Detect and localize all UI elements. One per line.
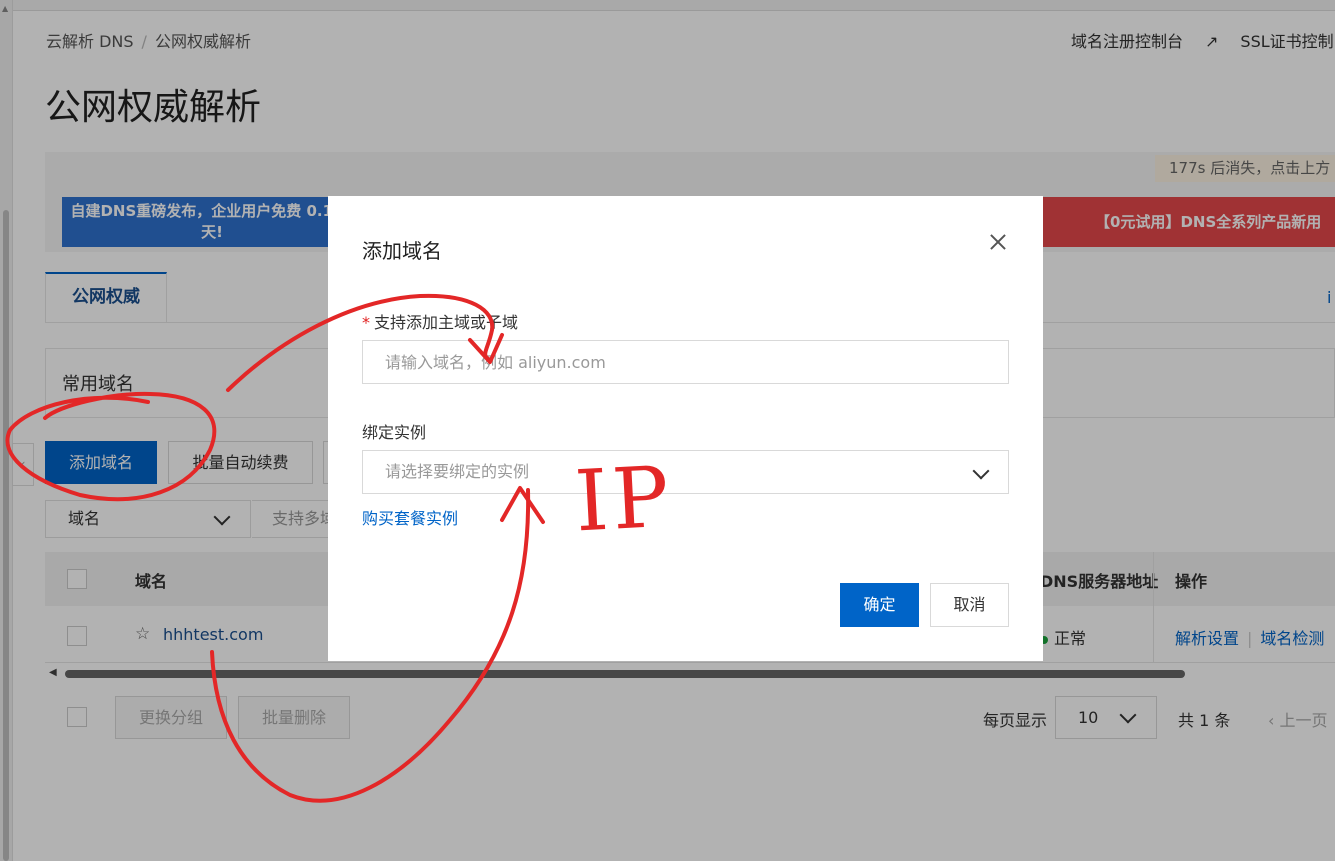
cancel-button[interactable]: 取消 xyxy=(930,583,1009,627)
dialog-title: 添加域名 xyxy=(362,239,442,263)
required-mark: * xyxy=(362,313,370,332)
instance-field-label: 绑定实例 xyxy=(362,423,427,442)
domain-input[interactable] xyxy=(362,340,1009,384)
confirm-button[interactable]: 确定 xyxy=(840,583,919,627)
close-icon[interactable] xyxy=(988,232,1008,252)
instance-select[interactable]: 请选择要绑定的实例 xyxy=(362,450,1009,494)
chevron-down-icon xyxy=(972,462,990,480)
domain-field-label: * 支持添加主域或子域 xyxy=(362,313,519,332)
instance-select-placeholder: 请选择要绑定的实例 xyxy=(385,462,530,481)
annotation-ip-text: IP xyxy=(572,447,676,551)
buy-instance-link[interactable]: 购买套餐实例 xyxy=(362,505,458,529)
